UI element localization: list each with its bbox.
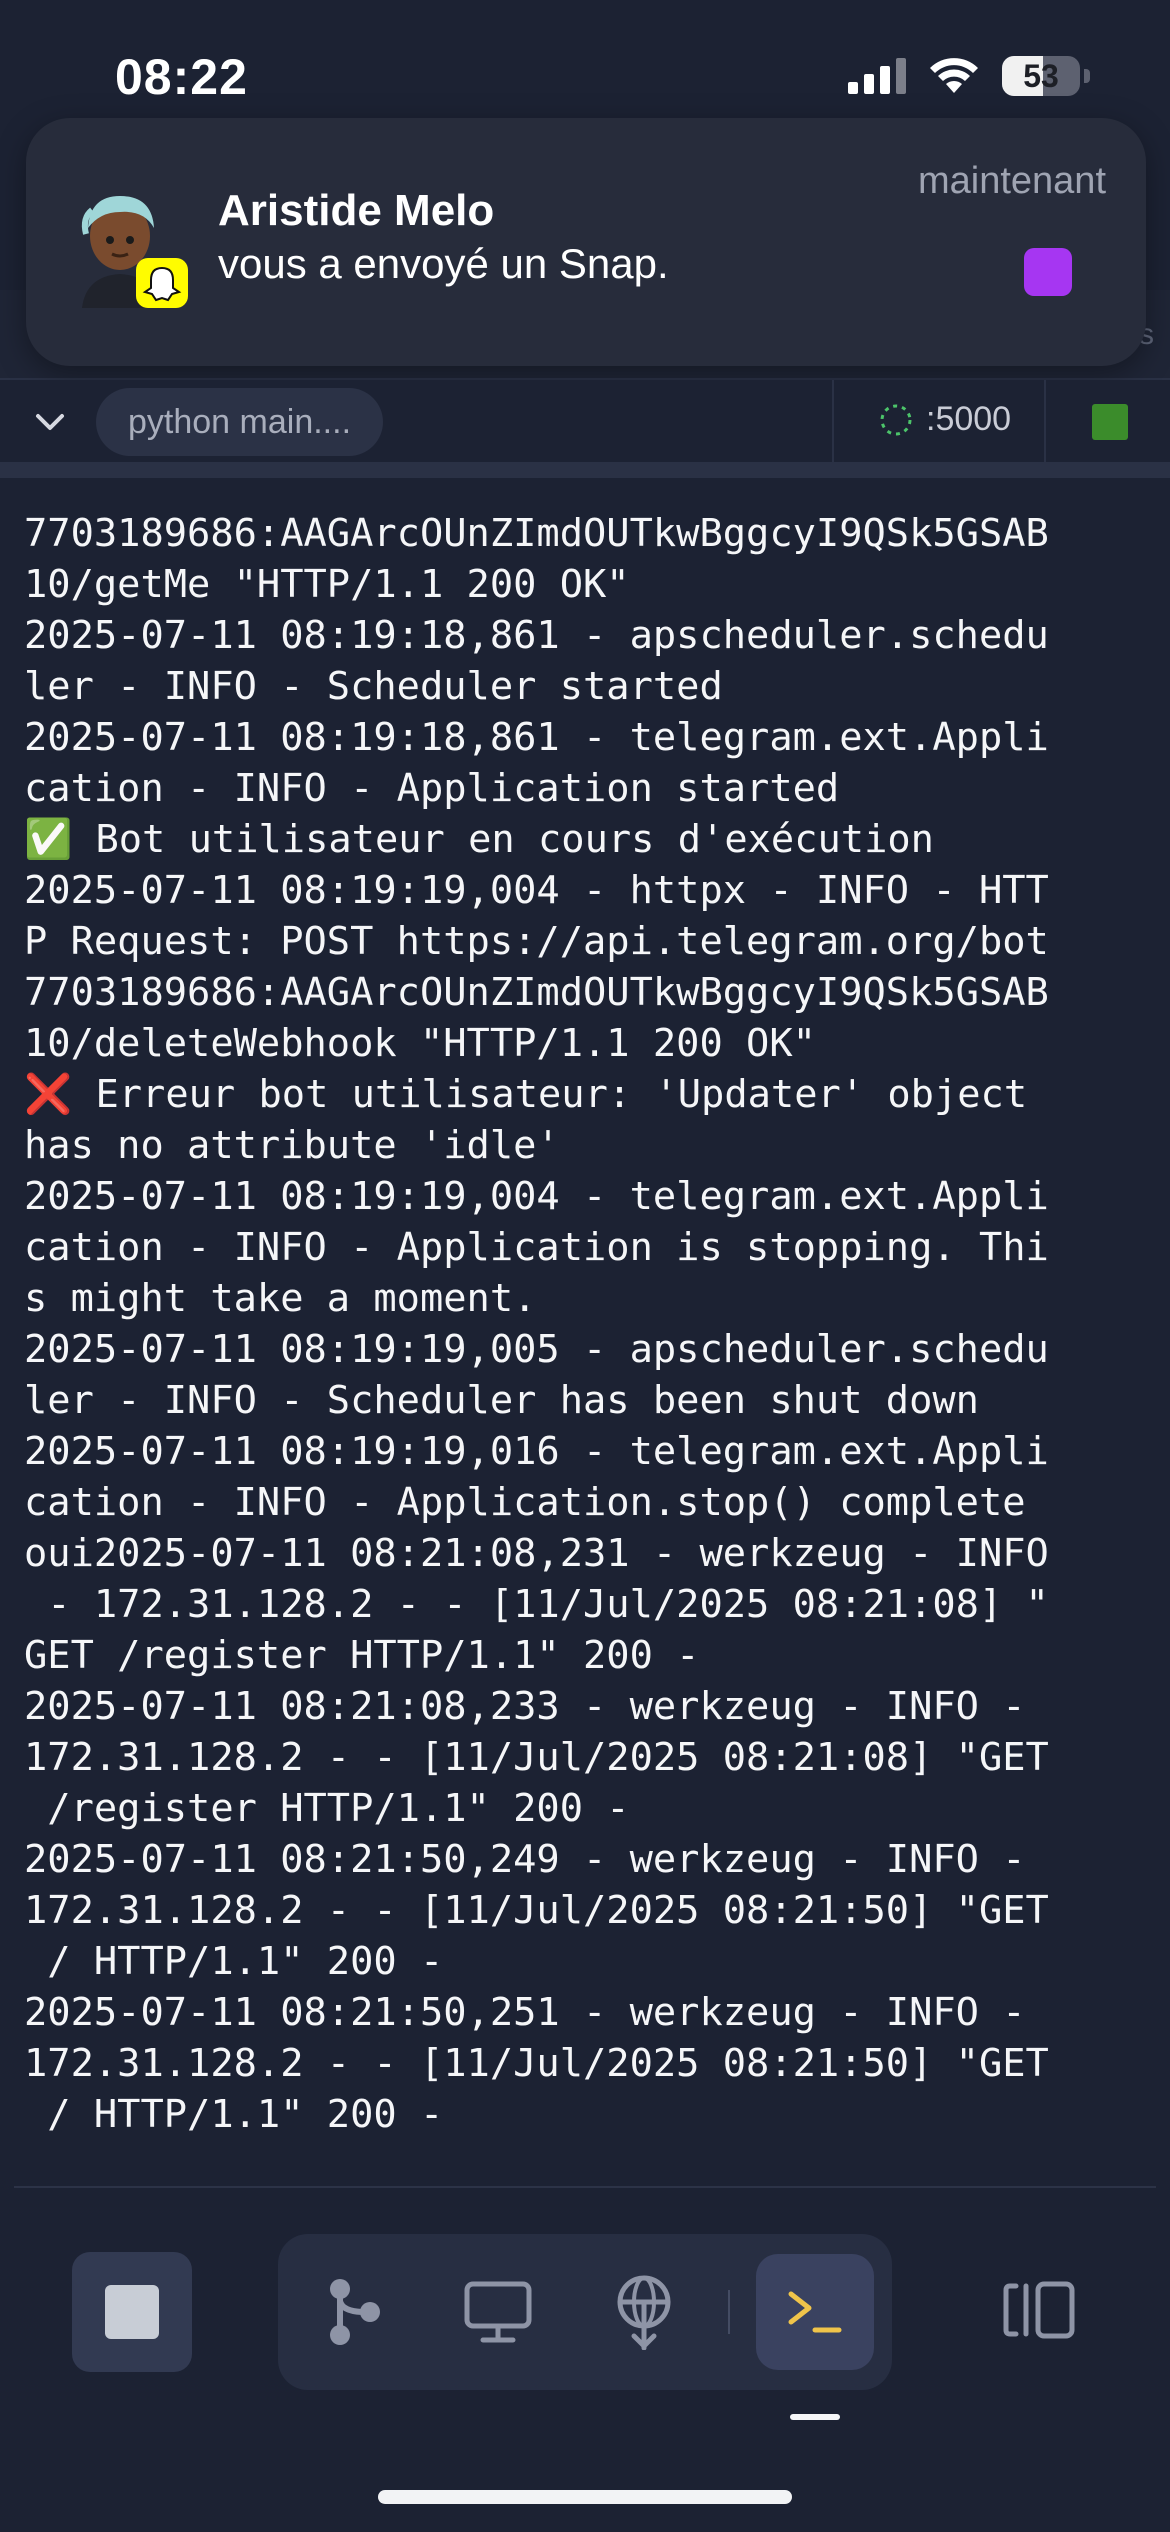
console-line: cation - INFO - Application started <box>24 766 840 811</box>
console-line: 2025-07-11 08:19:18,861 - telegram.ext.A… <box>24 715 1049 760</box>
console-line: / HTTP/1.1" 200 - <box>24 2092 444 2137</box>
console-line: 172.31.128.2 - - [11/Jul/2025 08:21:50] … <box>24 2041 1049 2086</box>
active-tab-indicator <box>790 2414 840 2420</box>
console-line: s might take a moment. <box>24 1276 537 1321</box>
console-line: ✅ Bot utilisateur en cours d'exécution <box>24 817 934 862</box>
console-line: 2025-07-11 08:21:50,249 - werkzeug - INF… <box>24 1837 1026 1882</box>
wifi-icon <box>930 58 978 93</box>
notification-message: vous a envoyé un Snap. <box>218 240 669 287</box>
console-line: 7703189686:AAGArcOUnZImdOUTkwBggcyI9QSk5… <box>24 511 1049 556</box>
console-line: - 172.31.128.2 - - [11/Jul/2025 08:21:08… <box>24 1582 1049 1627</box>
console-line: ler - INFO - Scheduler has been shut dow… <box>24 1378 979 1423</box>
run-status-icon[interactable] <box>1092 404 1128 440</box>
console-line: cation - INFO - Application.stop() compl… <box>24 1480 1026 1525</box>
console-line: 2025-07-11 08:21:50,251 - werkzeug - INF… <box>24 1990 1026 2035</box>
console-line: has no attribute 'idle' <box>24 1123 560 1168</box>
console-line: 10/deleteWebhook "HTTP/1.1 200 OK" <box>24 1021 816 1066</box>
console-line: 2025-07-11 08:19:18,861 - apscheduler.sc… <box>24 613 1049 658</box>
divider <box>832 380 834 462</box>
console-line: P Request: POST https://api.telegram.org… <box>24 919 1049 964</box>
console-line: ❌ Erreur bot utilisateur: 'Updater' obje… <box>24 1072 1028 1117</box>
battery-percent: 53 <box>1023 58 1059 94</box>
divider <box>1044 380 1046 462</box>
console-line: 2025-07-11 08:19:19,016 - telegram.ext.A… <box>24 1429 1049 1474</box>
console-line: 7703189686:AAGArcOUnZImdOUTkwBggcyI9QSk5… <box>24 970 1049 1015</box>
cellular-signal-icon <box>848 58 906 94</box>
port-indicator[interactable]: :5000 <box>878 400 1011 439</box>
port-label: :5000 <box>926 400 1012 438</box>
snap-notification[interactable]: Aristide Melo vous a envoyé un Snap. mai… <box>26 118 1146 366</box>
notification-sender: Aristide Melo <box>218 186 495 235</box>
monitor-icon[interactable] <box>448 2262 548 2362</box>
console-line: ler - INFO - Scheduler started <box>24 664 723 709</box>
tool-group <box>278 2234 892 2390</box>
console-line: GET /register HTTP/1.1" 200 - <box>24 1633 700 1678</box>
console-line: /register HTTP/1.1" 200 - <box>24 1786 630 1831</box>
console-tab-bar: python main.... :5000 <box>0 380 1170 478</box>
console-line: / HTTP/1.1" 200 - <box>24 1939 444 1984</box>
tool-divider <box>728 2290 730 2334</box>
stop-button[interactable] <box>72 2252 192 2372</box>
console-line: 2025-07-11 08:19:19,004 - telegram.ext.A… <box>24 1174 1049 1219</box>
network-globe-icon[interactable] <box>594 2262 694 2362</box>
console-line: 2025-07-11 08:21:08,233 - werkzeug - INF… <box>24 1684 1026 1729</box>
battery-nub <box>1084 69 1090 83</box>
run-command-pill[interactable]: python main.... <box>96 388 384 456</box>
console-line: 10/getMe "HTTP/1.1 200 OK" <box>24 562 630 607</box>
console-line: 172.31.128.2 - - [11/Jul/2025 08:21:08] … <box>24 1735 1049 1780</box>
home-indicator[interactable] <box>378 2490 792 2504</box>
chevron-down-icon[interactable] <box>22 394 78 450</box>
status-icons: 53 <box>848 56 1090 96</box>
console-line: cation - INFO - Application is stopping.… <box>24 1225 1049 1270</box>
notification-time: maintenant <box>917 160 1106 202</box>
console-line: 2025-07-11 08:19:19,005 - apscheduler.sc… <box>24 1327 1049 1372</box>
stop-icon <box>105 2285 159 2339</box>
battery-icon: 53 <box>1002 56 1080 96</box>
console-line: 2025-07-11 08:19:19,004 - httpx - INFO -… <box>24 868 1049 913</box>
console-output: 7703189686:AAGArcOUnZImdOUTkwBggcyI9QSk5… <box>24 508 1154 2140</box>
snap-thumbnail <box>1024 248 1072 296</box>
bottom-toolbar <box>0 2188 1170 2532</box>
split-view-icon[interactable] <box>990 2260 1090 2360</box>
console-line: oui2025-07-11 08:21:08,231 - werkzeug - … <box>24 1531 1049 1576</box>
loading-spinner-icon <box>880 404 912 435</box>
terminal-icon[interactable] <box>756 2254 874 2370</box>
bitmoji-avatar <box>81 196 188 308</box>
git-branch-icon[interactable] <box>304 2262 404 2362</box>
status-time: 08:22 <box>115 49 248 105</box>
console-line: 172.31.128.2 - - [11/Jul/2025 08:21:50] … <box>24 1888 1049 1933</box>
